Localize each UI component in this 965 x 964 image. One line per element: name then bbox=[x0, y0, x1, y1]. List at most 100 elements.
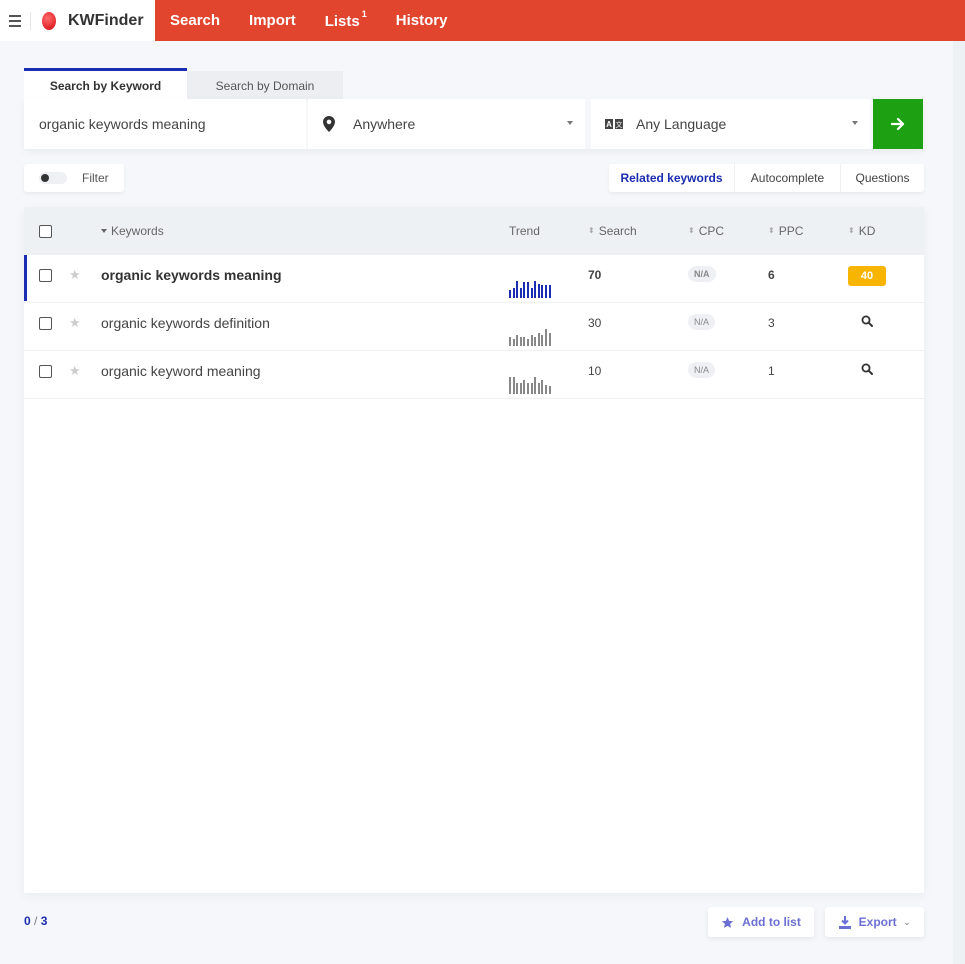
arrow-right-icon bbox=[891, 117, 905, 131]
toggle-switch[interactable] bbox=[39, 172, 67, 184]
filter-label: Filter bbox=[82, 171, 109, 185]
trend-bar bbox=[537, 333, 540, 346]
location-value: Anywhere bbox=[353, 116, 416, 132]
trend-bar bbox=[534, 337, 537, 346]
column-keywords[interactable]: Keywords bbox=[101, 207, 164, 255]
language-value: Any Language bbox=[636, 116, 727, 132]
nav-import[interactable]: Import bbox=[249, 12, 296, 29]
ppc-value: 1 bbox=[768, 364, 775, 378]
tab-related-keywords[interactable]: Related keywords bbox=[609, 164, 735, 192]
trend-bar bbox=[548, 333, 551, 346]
kwfinder-logo-icon bbox=[42, 11, 56, 30]
trend-bar bbox=[541, 335, 544, 346]
row-checkbox[interactable] bbox=[39, 269, 52, 282]
nav-search[interactable]: Search bbox=[170, 12, 220, 29]
table-body: ★ organic keywords meaning 70 N/A 6 40 ★… bbox=[24, 255, 924, 399]
selected-count: 0 bbox=[24, 914, 31, 928]
add-to-list-button[interactable]: Add to list bbox=[708, 907, 814, 937]
lists-count-badge: 1 bbox=[361, 8, 367, 19]
search-volume: 30 bbox=[588, 316, 602, 330]
tab-search-by-keyword[interactable]: Search by Keyword bbox=[24, 68, 187, 100]
column-trend: Trend bbox=[509, 207, 540, 255]
keyword-text[interactable]: organic keywords definition bbox=[101, 303, 270, 351]
trend-bar bbox=[512, 339, 515, 346]
trend-bar bbox=[537, 383, 540, 394]
caret-down-icon bbox=[567, 121, 573, 125]
trend-bar bbox=[541, 380, 544, 394]
search-volume: 10 bbox=[588, 364, 602, 378]
trend-sparkline bbox=[509, 329, 553, 346]
row-checkbox-cell bbox=[39, 303, 52, 351]
keywords-table: Keywords Trend ⬍ Search ⬍ CPC ⬍ PPC ⬍ KD… bbox=[24, 207, 924, 893]
trend-bar bbox=[523, 337, 526, 346]
keyword-input[interactable] bbox=[24, 99, 306, 149]
table-header: Keywords Trend ⬍ Search ⬍ CPC ⬍ PPC ⬍ KD bbox=[24, 207, 924, 255]
trend-bar bbox=[509, 290, 511, 298]
trend-bar bbox=[512, 377, 515, 394]
search-mode-tabs: Search by Keyword Search by Domain bbox=[24, 68, 343, 100]
sort-icon: ⬍ bbox=[688, 226, 695, 235]
location-pin-icon bbox=[322, 116, 336, 132]
keyword-text[interactable]: organic keywords meaning bbox=[101, 255, 282, 303]
row-checkbox[interactable] bbox=[39, 365, 52, 378]
kd-badge[interactable]: 40 bbox=[848, 266, 886, 286]
trend-bar bbox=[534, 281, 537, 298]
select-all-checkbox[interactable] bbox=[39, 224, 52, 238]
kd-cell: 40 bbox=[848, 255, 886, 303]
column-search[interactable]: ⬍ Search bbox=[588, 207, 637, 255]
table-row[interactable]: ★ organic keywords meaning 70 N/A 6 40 bbox=[24, 255, 924, 303]
scrollbar-track[interactable] bbox=[953, 41, 965, 964]
table-row[interactable]: ★ organic keyword meaning 10 N/A 1 bbox=[24, 351, 924, 399]
column-ppc[interactable]: ⬍ PPC bbox=[768, 207, 803, 255]
filter-toggle[interactable]: Filter bbox=[24, 164, 124, 192]
selection-counter: 0 / 3 bbox=[24, 914, 47, 928]
table-row[interactable]: ★ organic keywords definition 30 N/A 3 bbox=[24, 303, 924, 351]
chevron-down-icon: ⌄ bbox=[903, 917, 911, 927]
menu-icon-line bbox=[9, 24, 21, 27]
sort-icon: ⬍ bbox=[768, 226, 775, 235]
tab-questions[interactable]: Questions bbox=[841, 164, 924, 192]
tab-autocomplete[interactable]: Autocomplete bbox=[735, 164, 841, 192]
trend-bar bbox=[519, 288, 522, 298]
trend-bar bbox=[530, 383, 533, 394]
ppc-value: 6 bbox=[768, 268, 775, 282]
favorite-star-icon[interactable]: ★ bbox=[69, 351, 81, 399]
cpc-value: N/A bbox=[688, 362, 716, 378]
column-cpc[interactable]: ⬍ CPC bbox=[688, 207, 724, 255]
row-checkbox[interactable] bbox=[39, 317, 52, 330]
favorite-star-icon[interactable]: ★ bbox=[69, 303, 81, 351]
trend-bar bbox=[544, 285, 547, 298]
menu-button[interactable] bbox=[0, 13, 30, 28]
sort-desc-icon bbox=[101, 229, 107, 233]
keyword-text[interactable]: organic keyword meaning bbox=[101, 351, 261, 399]
search-submit-button[interactable] bbox=[873, 99, 923, 149]
counter-separator: / bbox=[34, 914, 38, 928]
cpc-cell: N/A bbox=[688, 255, 716, 303]
export-button[interactable]: Export ⌄ bbox=[825, 907, 924, 937]
trend-sparkline bbox=[509, 377, 553, 394]
total-count: 3 bbox=[40, 914, 48, 928]
trend-bar bbox=[526, 282, 529, 298]
nav-history[interactable]: History bbox=[396, 12, 448, 29]
column-kd[interactable]: ⬍ KD bbox=[848, 207, 875, 255]
cpc-cell: N/A bbox=[688, 351, 716, 399]
search-form: Anywhere A文 Any Language bbox=[24, 99, 923, 149]
kd-search-icon[interactable] bbox=[861, 303, 873, 351]
location-select[interactable]: Anywhere bbox=[308, 99, 585, 149]
svg-text:文: 文 bbox=[616, 120, 623, 129]
favorite-star-icon[interactable]: ★ bbox=[69, 255, 81, 303]
column-cpc-label: CPC bbox=[698, 224, 725, 238]
ppc-value: 3 bbox=[768, 316, 775, 330]
trend-sparkline bbox=[509, 281, 553, 298]
brand-area: KWFinder bbox=[0, 0, 155, 41]
trend-bar bbox=[516, 383, 519, 394]
caret-down-icon bbox=[852, 121, 858, 125]
language-select[interactable]: A文 Any Language bbox=[591, 99, 870, 149]
trend-bar bbox=[530, 288, 533, 298]
trend-bar bbox=[534, 377, 537, 394]
nav-lists[interactable]: Lists 1 bbox=[325, 8, 367, 30]
tab-search-by-domain[interactable]: Search by Domain bbox=[187, 71, 343, 100]
trend-bar bbox=[519, 383, 522, 394]
kd-search-icon[interactable] bbox=[861, 351, 873, 399]
trend-bar bbox=[544, 385, 547, 394]
